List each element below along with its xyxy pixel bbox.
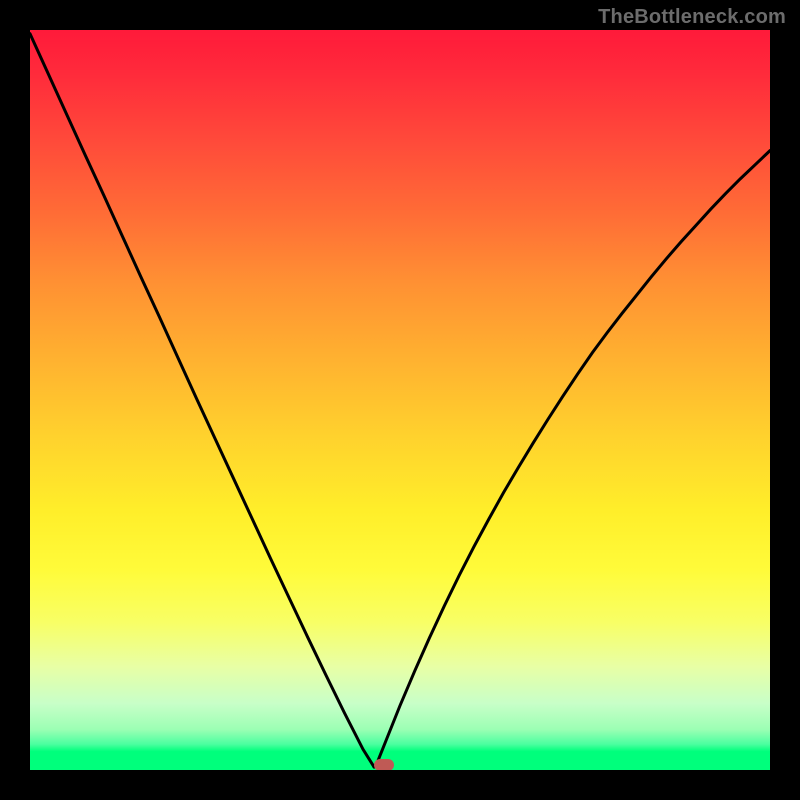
watermark-label: TheBottleneck.com [598,6,786,29]
chart-plot-area [30,30,770,770]
curve-right-branch [374,151,770,767]
minimum-marker [374,759,394,770]
curve-svg [30,30,770,770]
curve-left-branch [30,34,374,767]
